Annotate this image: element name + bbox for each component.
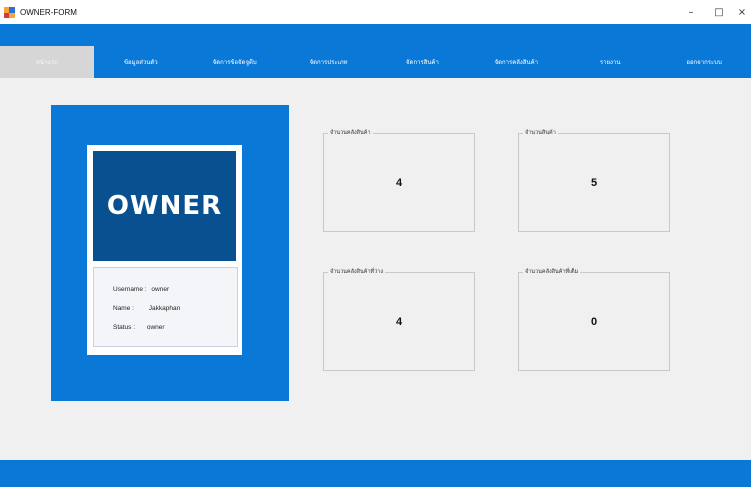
nav-home[interactable]: หน้าแรก (0, 46, 94, 78)
stat-total-warehouses: จำนวนคลังสินค้า 4 (323, 129, 475, 232)
header-bar (0, 24, 751, 46)
app-icon (4, 6, 15, 18)
nav-manage-categories[interactable]: จัดการประเภท (282, 46, 376, 78)
stat-value: 4 (395, 176, 403, 189)
name-label: Name : (113, 305, 134, 312)
profile-inner-panel: OWNER Username : owner Name : Jakkaphan … (87, 145, 242, 355)
footer-bar (0, 460, 751, 487)
nav-reports[interactable]: รายงาน (563, 46, 657, 78)
status-value: owner (146, 324, 165, 331)
username-row: Username : owner (113, 286, 169, 293)
close-button[interactable]: × (733, 0, 751, 24)
owner-logo-text: OWNER (106, 191, 223, 221)
window-controls: – □ × (677, 0, 751, 24)
profile-card: OWNER Username : owner Name : Jakkaphan … (51, 105, 289, 401)
stat-empty-warehouses: จำนวนคลังสินค้าที่ว่าง 4 (323, 268, 475, 371)
maximize-button[interactable]: □ (705, 0, 733, 24)
owner-logo: OWNER (93, 151, 236, 261)
window-title: OWNER-FORM (20, 7, 77, 17)
nav-logout[interactable]: ออกจากระบบ (657, 46, 751, 78)
minimize-button[interactable]: – (677, 0, 705, 24)
stat-value: 4 (395, 315, 403, 328)
stat-value: 5 (590, 176, 598, 189)
user-info-box: Username : owner Name : Jakkaphan Status… (93, 267, 238, 347)
username-label: Username : (113, 286, 147, 293)
status-row: Status : owner (113, 324, 165, 331)
nav-manage-products[interactable]: จัดการสินค้า (376, 46, 470, 78)
stat-total-products: จำนวนสินค้า 5 (518, 129, 670, 232)
stat-full-warehouses: จำนวนคลังสินค้าที่เต็ม 0 (518, 268, 670, 371)
nav-manage-warehouses[interactable]: จัดการคลังสินค้า (469, 46, 563, 78)
main-nav: หน้าแรก ข้อมูลส่วนตัว จัดการข้อจัดจูดีบ … (0, 46, 751, 78)
username-value: owner (151, 286, 170, 293)
nav-manage-suppliers[interactable]: จัดการข้อจัดจูดีบ (188, 46, 282, 78)
window-titlebar: OWNER-FORM – □ × (0, 0, 751, 24)
status-label: Status : (113, 324, 136, 331)
name-value: Jakkaphan (148, 305, 181, 312)
stat-value: 0 (590, 315, 598, 328)
nav-profile[interactable]: ข้อมูลส่วนตัว (94, 46, 188, 78)
name-row: Name : Jakkaphan (113, 305, 180, 312)
